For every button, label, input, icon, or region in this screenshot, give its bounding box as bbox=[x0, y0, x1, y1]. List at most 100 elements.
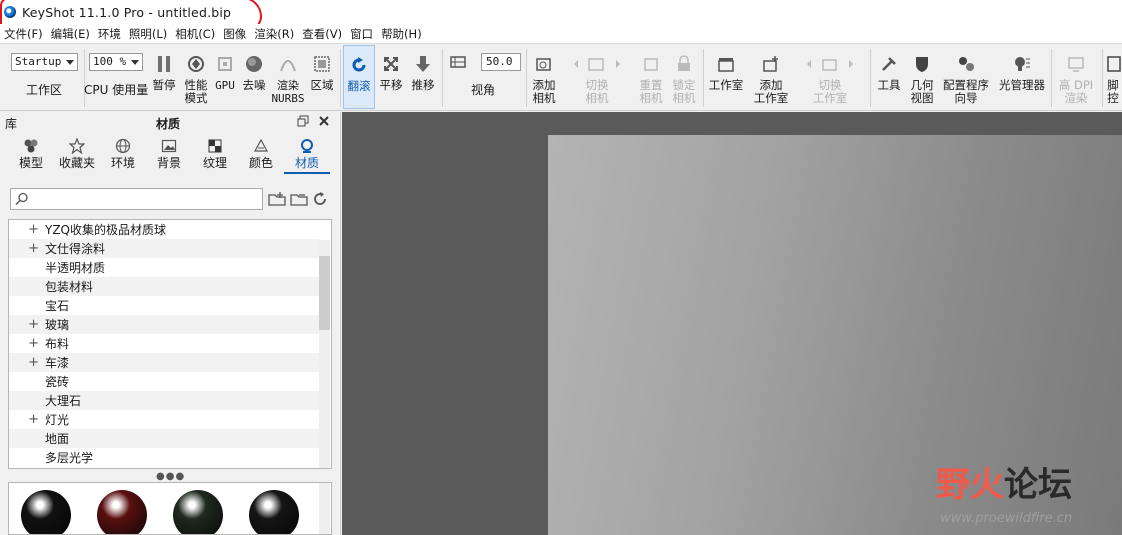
menu-camera[interactable]: 相机(C) bbox=[171, 26, 219, 42]
tree-item-label: 瓷砖 bbox=[45, 375, 70, 389]
tab-materials[interactable]: 材质 bbox=[284, 138, 330, 174]
tree-item-tile[interactable]: 瓷砖 bbox=[9, 372, 319, 391]
tree-item-label: 大理石 bbox=[45, 394, 82, 408]
library-tabs: 模型 收藏夹 环境 背景 纹理 颜色 材质 bbox=[8, 138, 330, 174]
field-of-view-input[interactable]: 50.0 bbox=[481, 53, 521, 71]
tree-item-translucent[interactable]: 半透明材质 bbox=[9, 258, 319, 277]
expand-icon[interactable]: + bbox=[9, 241, 43, 256]
tree-scrollbar-thumb[interactable] bbox=[319, 256, 330, 330]
lock-camera-button[interactable]: 锁定 相机 bbox=[669, 45, 699, 109]
tools-button[interactable]: 工具 bbox=[875, 45, 903, 109]
tree-item-yzq[interactable]: + YZQ收集的极品材质球 bbox=[9, 220, 319, 239]
refresh-icon[interactable] bbox=[312, 191, 328, 210]
material-thumbnail[interactable] bbox=[173, 490, 223, 534]
tab-environments[interactable]: 环境 bbox=[100, 138, 146, 174]
thumbnails-scrollbar[interactable] bbox=[319, 483, 330, 534]
hi-dpi-render-button[interactable]: 高 DPI 渲染 bbox=[1054, 45, 1098, 109]
watermark-text-a: 野火 bbox=[936, 465, 1004, 505]
expand-icon[interactable]: + bbox=[9, 222, 43, 237]
performance-mode-label: 性能 模式 bbox=[184, 78, 208, 105]
dolly-button[interactable]: 推移 bbox=[408, 45, 438, 109]
menu-file[interactable]: 文件(F) bbox=[0, 26, 47, 42]
tree-item-cloth[interactable]: + 布料 bbox=[9, 334, 319, 353]
pan-button[interactable]: 平移 bbox=[377, 45, 405, 109]
reset-camera-button[interactable]: 重置 相机 bbox=[636, 45, 666, 109]
menu-view[interactable]: 查看(V) bbox=[298, 26, 346, 42]
performance-mode-button[interactable]: 性能 模式 bbox=[181, 45, 211, 109]
menu-window[interactable]: 窗口 bbox=[346, 26, 377, 42]
expand-icon[interactable]: + bbox=[9, 412, 43, 427]
remove-folder-icon[interactable] bbox=[290, 191, 308, 210]
expand-icon[interactable]: + bbox=[9, 355, 43, 370]
tab-colors[interactable]: 颜色 bbox=[238, 138, 284, 174]
switch-studio-label: 切换 工作室 bbox=[812, 78, 848, 105]
keyshot-logo-icon bbox=[4, 6, 16, 18]
tree-item-glass[interactable]: + 玻璃 bbox=[9, 315, 319, 334]
cpu-usage-select[interactable]: 100 % bbox=[89, 53, 143, 71]
tree-item-ground[interactable]: 地面 bbox=[9, 429, 319, 448]
region-button[interactable]: 区域 bbox=[307, 45, 337, 109]
tree-item-light[interactable]: + 灯光 bbox=[9, 410, 319, 429]
material-panel-title: 材质 bbox=[156, 117, 181, 131]
tumble-button[interactable]: 翻滚 bbox=[343, 45, 375, 109]
menu-environment[interactable]: 环境 bbox=[94, 26, 125, 42]
toolbar-divider bbox=[1102, 49, 1103, 107]
tree-item-label: 包装材料 bbox=[45, 280, 94, 294]
lock-camera-label: 锁定 相机 bbox=[672, 78, 696, 105]
add-studio-button[interactable]: 添加 工作室 bbox=[750, 45, 792, 109]
dolly-label: 推移 bbox=[411, 78, 435, 92]
tree-item-label: 地面 bbox=[45, 432, 70, 446]
add-folder-icon[interactable] bbox=[268, 191, 286, 210]
menu-edit[interactable]: 编辑(E) bbox=[47, 26, 94, 42]
switch-studio-button[interactable]: 切换 工作室 bbox=[800, 45, 860, 109]
geometry-view-button[interactable]: 几何 视图 bbox=[906, 45, 938, 109]
denoise-button[interactable]: 去噪 bbox=[240, 45, 268, 109]
material-thumbnail[interactable] bbox=[249, 490, 299, 534]
tab-backgrounds-label: 背景 bbox=[156, 156, 181, 170]
render-nurbs-label: 渲染 NURBS bbox=[271, 79, 305, 105]
dolly-arrow-icon bbox=[415, 53, 431, 75]
switch-camera-button[interactable]: 切换 相机 bbox=[568, 45, 626, 109]
tab-favorites[interactable]: 收藏夹 bbox=[54, 138, 100, 174]
script-console-button[interactable]: 脚 控 bbox=[1104, 45, 1122, 109]
close-icon[interactable] bbox=[318, 115, 330, 130]
tree-item-coating[interactable]: + 文仕得涂料 bbox=[9, 239, 319, 258]
tree-item-marble[interactable]: 大理石 bbox=[9, 391, 319, 410]
configurator-wizard-button[interactable]: 配置程序 向导 bbox=[940, 45, 992, 109]
tree-item-label: 文仕得涂料 bbox=[45, 242, 106, 256]
studio-button[interactable]: 工作室 bbox=[706, 45, 746, 109]
tree-item-packaging[interactable]: 包装材料 bbox=[9, 277, 319, 296]
expand-icon[interactable]: + bbox=[9, 317, 43, 332]
tab-backgrounds[interactable]: 背景 bbox=[146, 138, 192, 174]
workspace-select[interactable]: Startup bbox=[11, 53, 78, 71]
expand-icon[interactable]: + bbox=[9, 336, 43, 351]
tab-textures[interactable]: 纹理 bbox=[192, 138, 238, 174]
tree-item-car-paint[interactable]: + 车漆 bbox=[9, 353, 319, 372]
pause-button[interactable]: 暂停 bbox=[150, 45, 178, 109]
material-thumbnail[interactable] bbox=[97, 490, 147, 534]
light-manager-button[interactable]: 光管理器 bbox=[996, 45, 1048, 109]
tree-item-gem[interactable]: 宝石 bbox=[9, 296, 319, 315]
gpu-button[interactable]: GPU bbox=[213, 45, 237, 109]
splitter-handle[interactable]: ●●● bbox=[156, 471, 185, 482]
field-of-view-icon bbox=[450, 54, 468, 73]
menu-image[interactable]: 图像 bbox=[219, 26, 250, 42]
add-camera-icon bbox=[535, 53, 553, 75]
tab-models[interactable]: 模型 bbox=[8, 138, 54, 174]
add-camera-button[interactable]: 添加 相机 bbox=[529, 45, 559, 109]
tab-textures-label: 纹理 bbox=[202, 156, 227, 170]
render-nurbs-button[interactable]: 渲染 NURBS bbox=[271, 45, 305, 109]
light-bulb-icon bbox=[1013, 53, 1031, 75]
menu-render[interactable]: 渲染(R) bbox=[250, 26, 298, 42]
pause-icon bbox=[157, 53, 171, 75]
library-search-input[interactable] bbox=[10, 188, 263, 210]
tree-item-label: YZQ收集的极品材质球 bbox=[45, 223, 166, 237]
menu-lighting[interactable]: 照明(L) bbox=[125, 26, 171, 42]
forum-watermark: 野火论坛 www.proewildfire.cn bbox=[936, 457, 1116, 532]
tree-item-multilayer[interactable]: 多层光学 bbox=[9, 448, 319, 467]
hi-dpi-render-label: 高 DPI 渲染 bbox=[1058, 78, 1094, 105]
menu-help[interactable]: 帮助(H) bbox=[377, 26, 426, 42]
star-icon bbox=[69, 138, 85, 154]
float-window-icon[interactable] bbox=[297, 115, 309, 130]
material-thumbnail[interactable] bbox=[21, 490, 71, 534]
